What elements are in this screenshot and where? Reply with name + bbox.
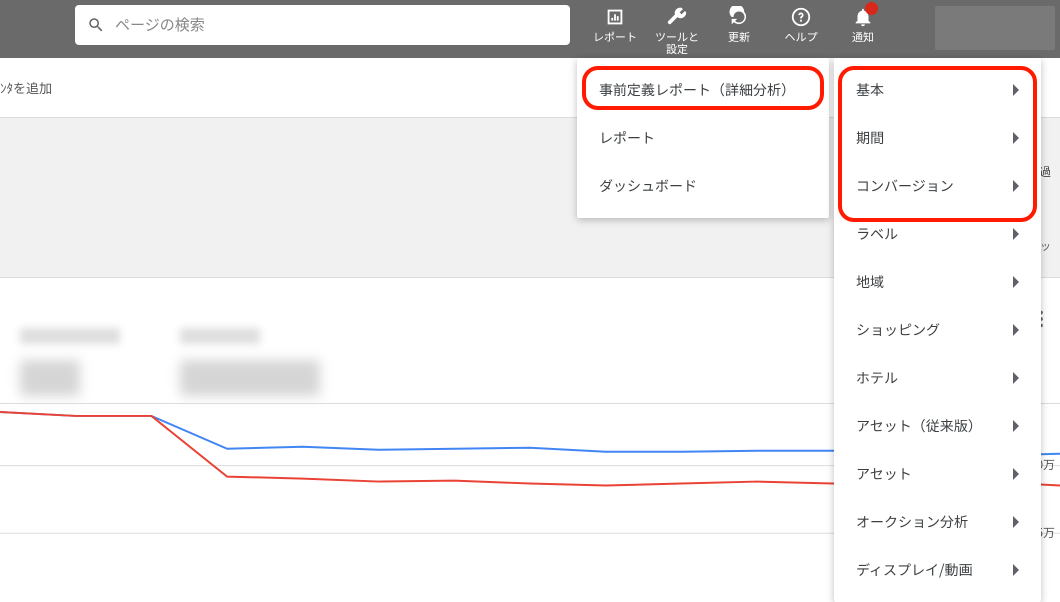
menu-item-label: 地域 (856, 272, 884, 292)
reports-button[interactable]: レポート (584, 0, 646, 58)
menu-item-label: 基本 (856, 80, 884, 100)
menu-item-label: アセット（従来版） (856, 416, 982, 436)
submenu-item-2[interactable]: コンバージョン (834, 162, 1041, 210)
submenu-item-3[interactable]: ラベル (834, 210, 1041, 258)
menu-item-label: ラベル (856, 224, 898, 244)
metric-label-obscured (20, 328, 120, 344)
menu-item-label: コンバージョン (856, 176, 954, 196)
menu-item-label: オークション分析 (856, 512, 968, 532)
menu-item-label: ディスプレイ/動画 (856, 560, 973, 580)
refresh-icon (728, 6, 750, 28)
account-box[interactable] (935, 6, 1055, 50)
submenu-item-7[interactable]: アセット（従来版） (834, 402, 1041, 450)
notify-label: 通知 (852, 31, 874, 43)
help-label: ヘルプ (785, 31, 818, 43)
tools-button[interactable]: ツールと 設定 (646, 0, 708, 58)
metric-value-obscured (180, 360, 320, 396)
menu-item-label: 事前定義レポート（詳細分析） (599, 80, 795, 100)
bar-chart-icon (604, 6, 626, 28)
search-box[interactable] (75, 5, 570, 45)
menu-item-label: ホテル (856, 368, 898, 388)
top-bar: レポート ツールと 設定 更新 ヘルプ 通知 (0, 0, 1060, 58)
notification-badge-icon (865, 2, 878, 15)
tools-label: ツールと 設定 (655, 31, 699, 55)
search-input[interactable] (115, 17, 558, 34)
submenu-item-1[interactable]: 期間 (834, 114, 1041, 162)
menu-item-label: 期間 (856, 128, 884, 148)
help-icon (790, 6, 812, 28)
menu-item-label: ショッピング (856, 320, 940, 340)
reports-menu-item-1[interactable]: レポート (577, 114, 829, 162)
add-filter-label[interactable]: ﾝﾀを追加 (0, 78, 52, 97)
metric-card-2 (180, 328, 320, 396)
menu-item-label: ダッシュボード (599, 176, 697, 196)
reports-menu-item-0[interactable]: 事前定義レポート（詳細分析） (577, 66, 829, 114)
refresh-label: 更新 (728, 31, 750, 43)
help-button[interactable]: ヘルプ (770, 0, 832, 58)
submenu-item-0[interactable]: 基本 (834, 66, 1041, 114)
reports-label: レポート (593, 31, 637, 43)
submenu-item-6[interactable]: ホテル (834, 354, 1041, 402)
reports-dropdown-menu: 事前定義レポート（詳細分析） レポートダッシュボード (577, 58, 829, 218)
metric-row (0, 278, 320, 408)
metric-card-1 (20, 328, 120, 396)
refresh-button[interactable]: 更新 (708, 0, 770, 58)
submenu-item-4[interactable]: 地域 (834, 258, 1041, 306)
wrench-icon (666, 6, 688, 28)
metric-label-obscured (180, 328, 260, 344)
topbar-icon-group: レポート ツールと 設定 更新 ヘルプ 通知 (584, 0, 894, 58)
submenu-item-10[interactable]: ディスプレイ/動画 (834, 546, 1041, 594)
predefined-reports-submenu: 基本期間コンバージョンラベル地域ショッピングホテルアセット（従来版） アセットオー… (834, 58, 1041, 602)
menu-item-label: レポート (599, 128, 655, 148)
submenu-item-5[interactable]: ショッピング (834, 306, 1041, 354)
notifications-button[interactable]: 通知 (832, 0, 894, 58)
menu-item-label: アセット (856, 464, 912, 484)
search-icon (87, 16, 105, 34)
submenu-item-8[interactable]: アセット (834, 450, 1041, 498)
submenu-item-9[interactable]: オークション分析 (834, 498, 1041, 546)
metric-value-obscured (20, 360, 80, 396)
reports-menu-item-2[interactable]: ダッシュボード (577, 162, 829, 210)
